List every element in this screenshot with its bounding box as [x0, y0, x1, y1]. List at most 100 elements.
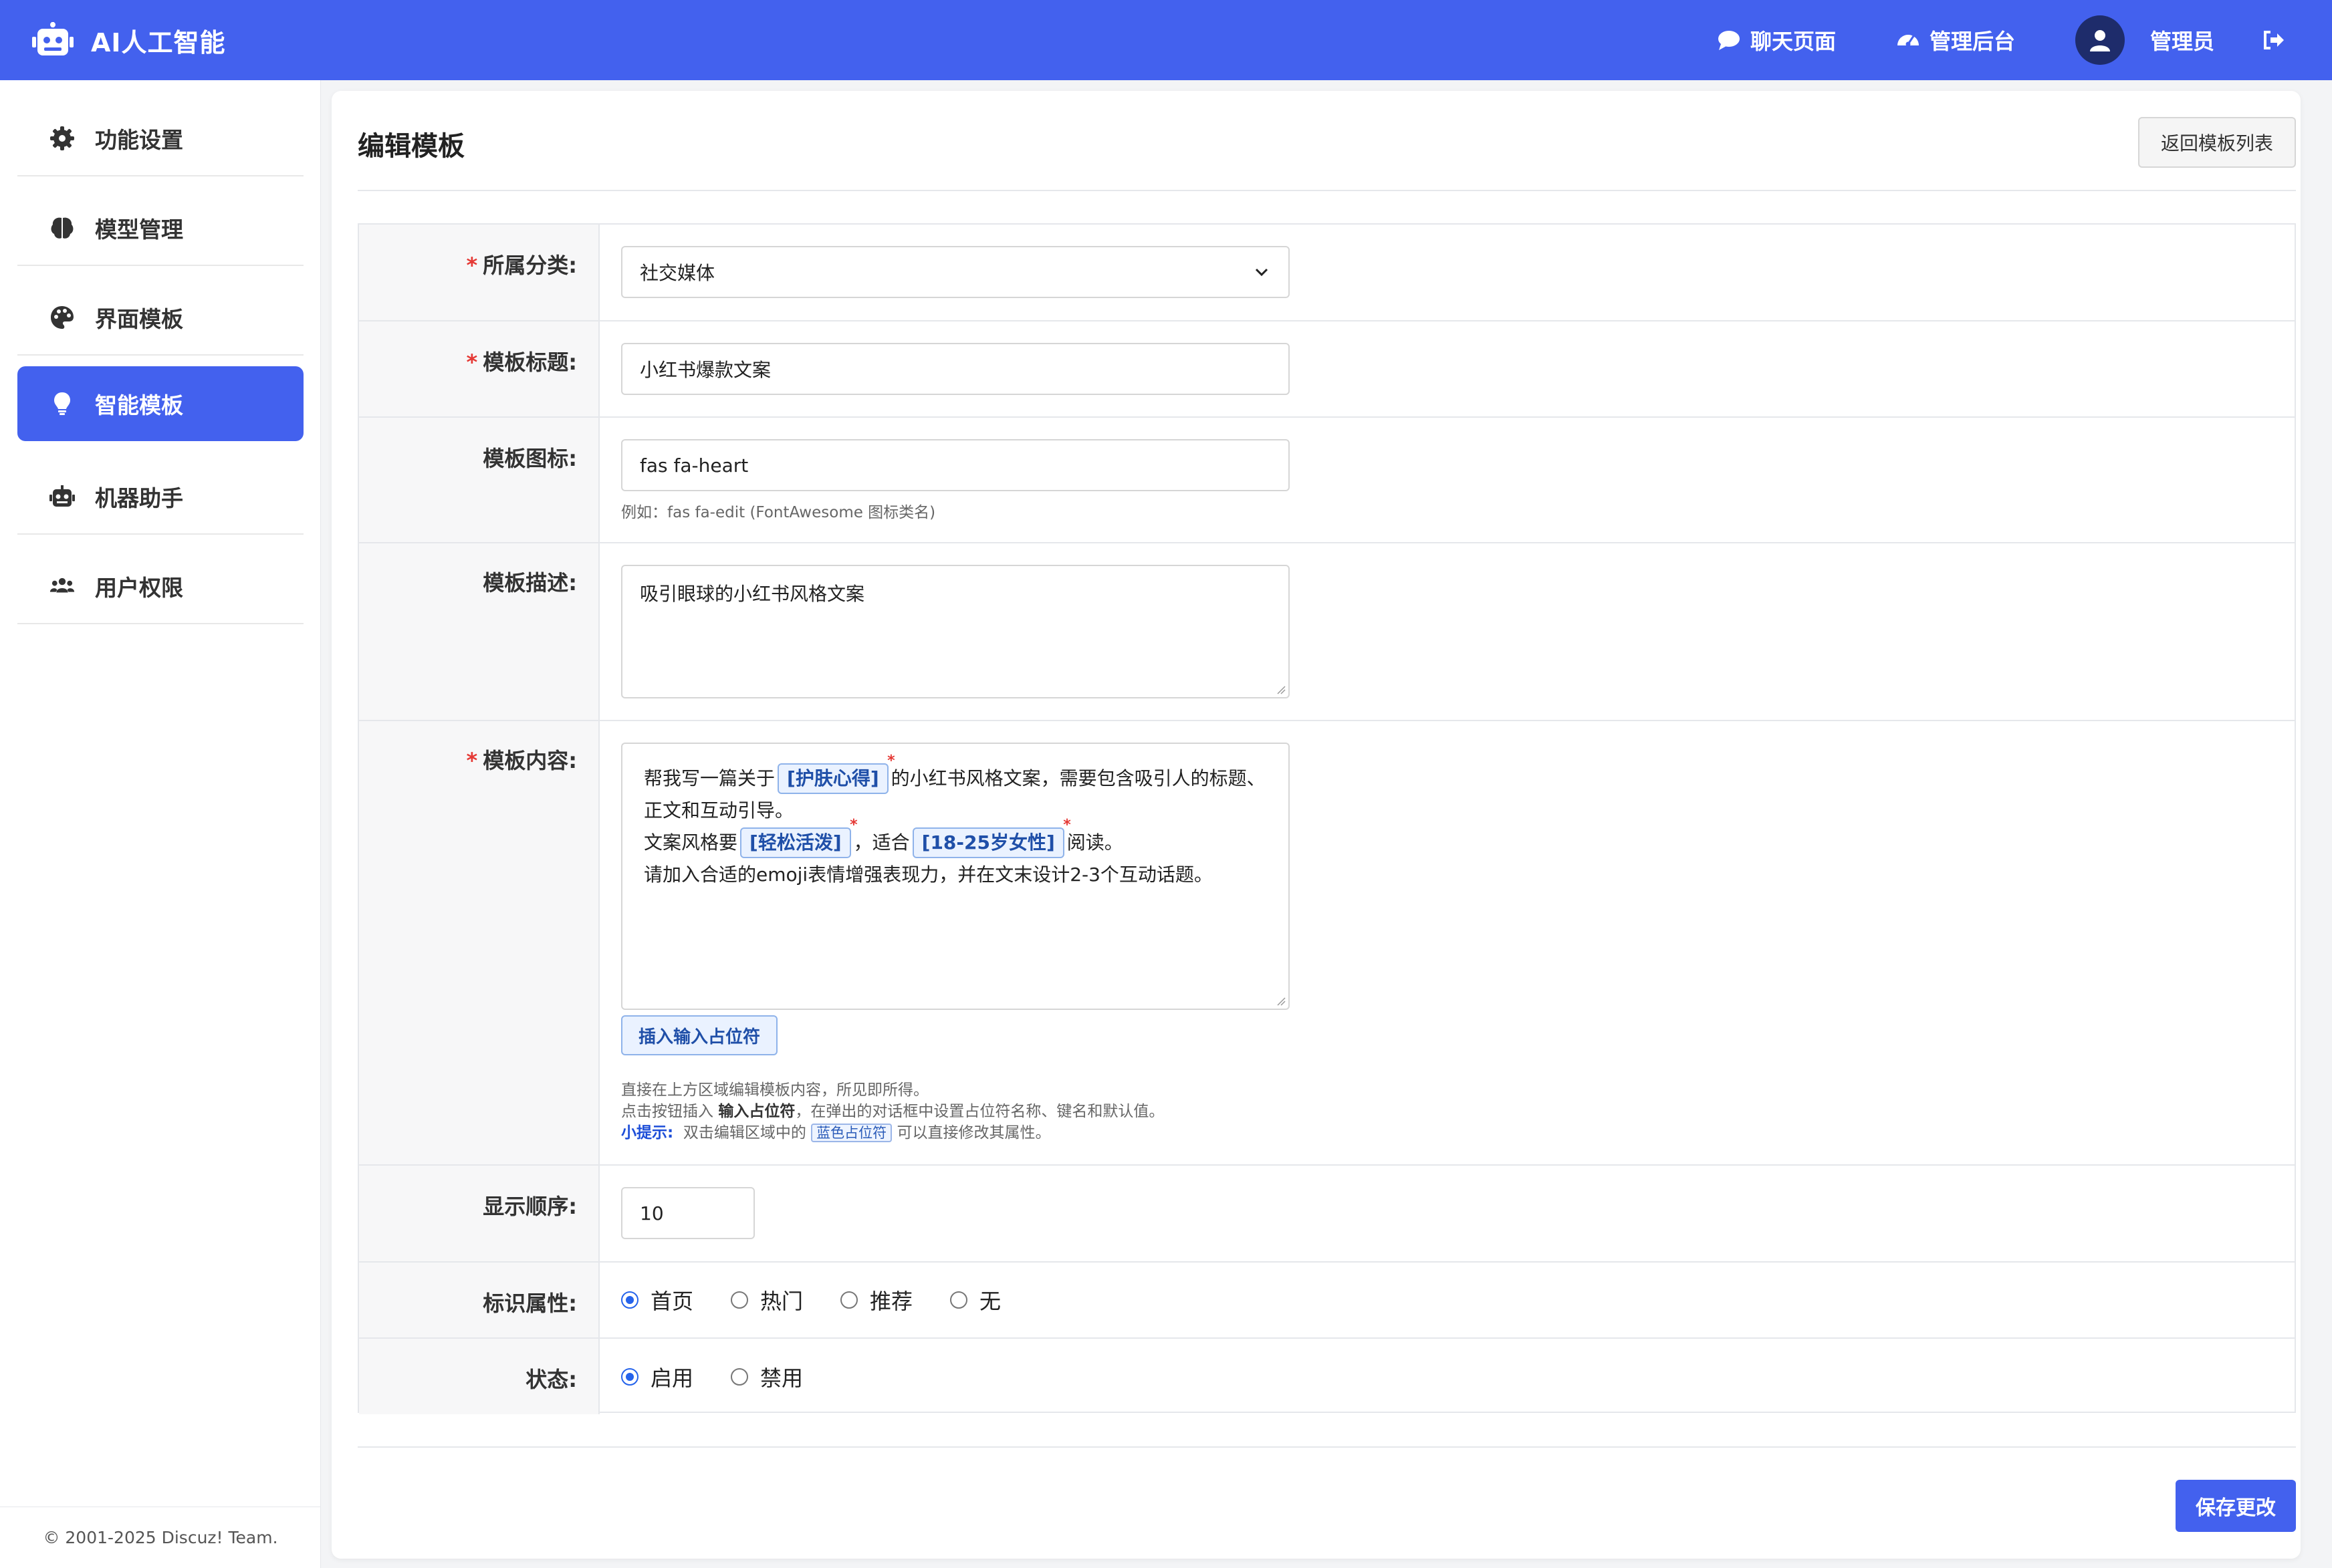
- placeholder-chip[interactable]: [护肤心得] *: [778, 754, 895, 794]
- order-label: 显示顺序:: [483, 1194, 577, 1219]
- divider: [358, 1446, 2296, 1448]
- robot-icon: [49, 485, 75, 507]
- sidebar-item-user-permissions[interactable]: 用户权限: [17, 549, 304, 624]
- robot-icon: [32, 22, 74, 55]
- placeholder-chip[interactable]: [轻松活泼] *: [740, 818, 858, 858]
- top-nav: 聊天页面 管理后台 管理员: [1717, 0, 2332, 80]
- required-mark: *: [850, 817, 858, 833]
- placeholder-chip-text: [护肤心得]: [787, 767, 879, 789]
- sidebar-item-label: 模型管理: [95, 217, 183, 243]
- sidebar-item-smart-templates[interactable]: 智能模板: [17, 366, 304, 441]
- radio-button[interactable]: [840, 1291, 858, 1309]
- sign-out-icon: [2264, 31, 2284, 49]
- radio-button[interactable]: [621, 1367, 638, 1386]
- required-mark: *: [887, 753, 895, 769]
- template-icon-input[interactable]: fas fa-heart: [621, 439, 1290, 491]
- logout-button[interactable]: [2261, 28, 2285, 52]
- content-text: 的小红书风格文案，需要包含吸引人的标题、: [891, 767, 1266, 789]
- label-cell: 模板描述:: [359, 543, 600, 720]
- resize-handle-icon[interactable]: [1276, 685, 1286, 694]
- label-cell: 标识属性:: [359, 1263, 600, 1337]
- nav-chat-link[interactable]: 聊天页面: [1717, 25, 1836, 55]
- radio-button[interactable]: [731, 1291, 749, 1309]
- label-cell: * 所属分类:: [359, 225, 600, 320]
- content-line-4: 请加入合适的emoji表情增强表现力，并在文末设计2-3个互动话题。: [644, 864, 1213, 886]
- required-mark: *: [466, 350, 478, 375]
- sidebar-item-model-management[interactable]: 模型管理: [17, 191, 304, 266]
- template-description-textarea[interactable]: 吸引眼球的小红书风格文案: [621, 565, 1290, 698]
- content-label: * 模板内容:: [466, 744, 577, 775]
- category-select[interactable]: 社交媒体: [621, 246, 1290, 298]
- gear-icon: [50, 126, 74, 150]
- flag-option-recommend[interactable]: 推荐: [840, 1285, 913, 1315]
- form-row-icon: 模板图标: fas fa-heart 例如：fas fa-edit (FontA…: [359, 418, 2295, 543]
- content-text: 帮我写一篇关于: [644, 767, 776, 789]
- flag-option-hot[interactable]: 热门: [731, 1285, 803, 1315]
- tip-label: 小提示:: [621, 1124, 674, 1142]
- help-text: 可以直接修改其属性。: [892, 1124, 1051, 1142]
- sidebar-item-label: 功能设置: [95, 127, 183, 153]
- user-name[interactable]: 管理员: [2150, 25, 2214, 55]
- category-selected-value: 社交媒体: [640, 262, 715, 284]
- form-row-title: * 模板标题: 小红书爆款文案: [359, 321, 2295, 418]
- help-text: 双击编辑区域中的: [673, 1124, 812, 1142]
- users-icon: [49, 577, 75, 593]
- sidebar-item-ui-templates[interactable]: 界面模板: [17, 281, 304, 356]
- flag-option-none[interactable]: 无: [950, 1285, 1001, 1315]
- status-option-enabled[interactable]: 启用: [621, 1361, 693, 1392]
- radio-label: 推荐: [870, 1289, 913, 1314]
- radio-label: 首页: [651, 1289, 694, 1314]
- label-cell: * 模板标题:: [359, 321, 600, 416]
- title-label: * 模板标题:: [466, 346, 577, 376]
- edit-template-card: 编辑模板 返回模板列表 *所属分类: 社交媒体 *模板标题: 小红书爆款文案: [332, 91, 2301, 1559]
- category-label: * 所属分类:: [466, 249, 577, 279]
- form-row-status: 状态: 启用 禁用: [359, 1339, 2295, 1414]
- description-label: 模板描述:: [483, 570, 577, 596]
- page-title: 编辑模板: [358, 131, 465, 162]
- content-line-1: 帮我写一篇关于 [护肤心得] * 的小红书风格文案，需要包含吸引人的标题、: [644, 754, 1270, 795]
- description-value: 吸引眼球的小红书风格文案: [640, 583, 865, 605]
- label-cell: 状态:: [359, 1339, 600, 1414]
- sidebar-item-feature-settings[interactable]: 功能设置: [17, 102, 304, 176]
- radio-label: 热门: [760, 1289, 804, 1314]
- radio-button[interactable]: [950, 1291, 968, 1309]
- brand[interactable]: AI人工智能: [32, 22, 226, 59]
- back-to-list-button[interactable]: 返回模板列表: [2138, 117, 2296, 168]
- chevron-down-icon: [1255, 268, 1268, 277]
- placeholder-chip[interactable]: [18-25岁女性] *: [912, 818, 1071, 858]
- required-mark: *: [466, 748, 478, 773]
- template-content-editor[interactable]: 帮我写一篇关于 [护肤心得] * 的小红书风格文案，需要包含吸引人的标题、 正文和互动…: [621, 743, 1290, 1010]
- content-line-2: 正文和互动引导。: [644, 799, 794, 821]
- form-row-description: 模板描述: 吸引眼球的小红书风格文案: [359, 543, 2295, 721]
- palette-icon: [51, 306, 74, 329]
- save-changes-button[interactable]: 保存更改: [2176, 1480, 2296, 1532]
- radio-button[interactable]: [731, 1367, 749, 1386]
- template-title-input[interactable]: 小红书爆款文案: [621, 343, 1290, 395]
- form-row-content: * 模板内容: 帮我写一篇关于 [护肤心得] * 的小红书风格文案，需要包含吸引人的标题…: [359, 721, 2295, 1166]
- status-label: 状态:: [526, 1367, 577, 1392]
- form-row-order: 显示顺序: 10: [359, 1166, 2295, 1263]
- radio-label: 无: [979, 1289, 1002, 1314]
- tachometer-icon: [1897, 35, 1919, 47]
- icon-help-text: 例如：fas fa-edit (FontAwesome 图标类名): [621, 504, 936, 521]
- resize-handle-icon[interactable]: [1276, 997, 1286, 1006]
- content-text: 文案风格要: [644, 831, 738, 854]
- comment-icon: [1718, 31, 1740, 50]
- label-cell: 显示顺序:: [359, 1166, 600, 1261]
- category-label-text: 所属分类:: [483, 253, 577, 278]
- required-mark: *: [466, 253, 478, 278]
- user-icon: [2089, 30, 2110, 51]
- radio-button[interactable]: [621, 1291, 638, 1309]
- user-avatar[interactable]: [2075, 15, 2125, 65]
- content-tip-line: 小提示: 双击编辑区域中的 蓝色占位符 可以直接修改其属性。: [621, 1120, 1050, 1142]
- insert-placeholder-button[interactable]: 插入输入占位符: [621, 1015, 778, 1055]
- display-order-input[interactable]: 10: [621, 1187, 755, 1239]
- sidebar: 功能设置 模型管理 界面模板 智能模板 机器助手 用户权限 © 2001-202…: [0, 80, 321, 1568]
- help-text-strong: 输入占位符: [718, 1103, 796, 1120]
- sidebar-item-robot-assistant[interactable]: 机器助手: [17, 460, 304, 535]
- sidebar-footer: © 2001-2025 Discuz! Team.: [0, 1507, 321, 1568]
- status-option-disabled[interactable]: 禁用: [731, 1361, 803, 1392]
- nav-admin-link[interactable]: 管理后台: [1896, 25, 2015, 55]
- label-cell: 模板图标:: [359, 418, 600, 542]
- flag-option-home[interactable]: 首页: [621, 1285, 693, 1315]
